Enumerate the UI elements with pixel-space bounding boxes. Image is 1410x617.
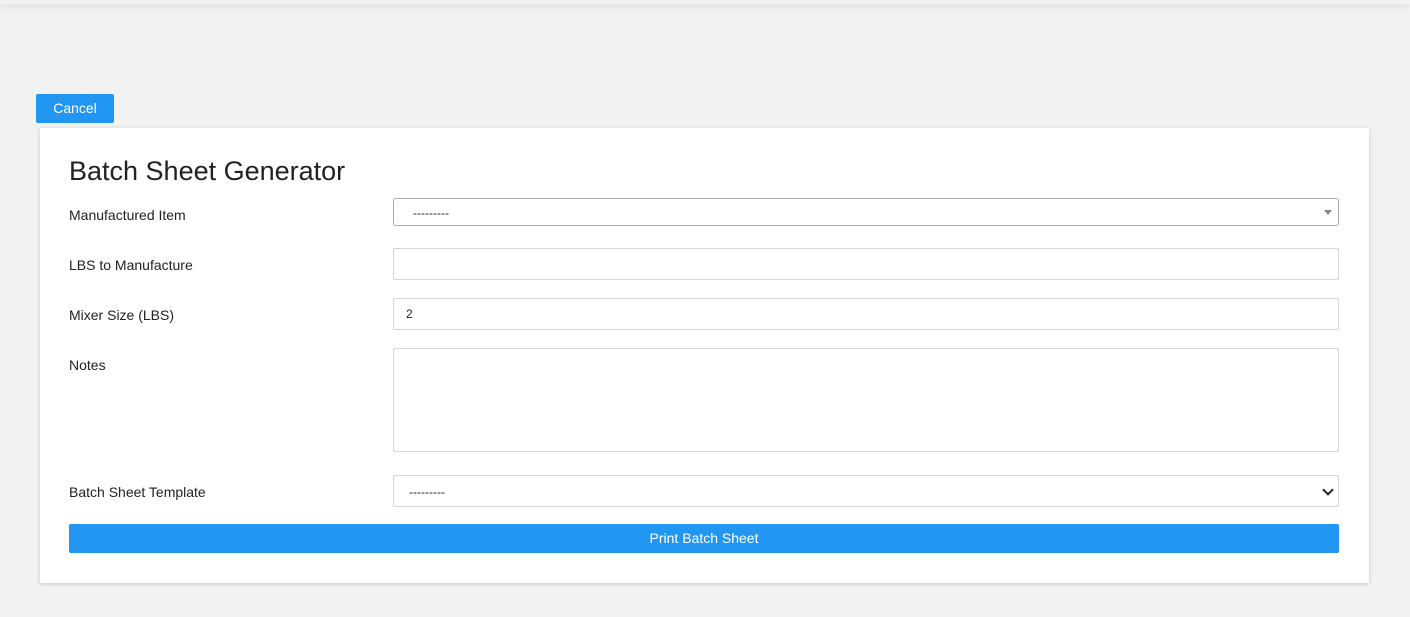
- lbs-to-manufacture-label: LBS to Manufacture: [69, 257, 193, 273]
- print-batch-sheet-button[interactable]: Print Batch Sheet: [69, 524, 1339, 553]
- manufactured-item-selected-value: ---------: [413, 206, 449, 220]
- mixer-size-input[interactable]: [393, 298, 1339, 330]
- manufactured-item-label: Manufactured Item: [69, 207, 186, 223]
- chevron-down-icon: [1322, 484, 1334, 496]
- batch-sheet-form-card: Batch Sheet Generator Manufactured Item …: [40, 128, 1369, 583]
- notes-label: Notes: [69, 357, 106, 373]
- dropdown-arrow-icon: [1324, 210, 1332, 215]
- cancel-button[interactable]: Cancel: [36, 94, 114, 123]
- batch-sheet-template-selected-value: ---------: [409, 485, 445, 499]
- top-bar: [0, 0, 1410, 4]
- manufactured-item-select[interactable]: ---------: [393, 198, 1339, 226]
- page-title: Batch Sheet Generator: [69, 156, 346, 186]
- batch-sheet-template-label: Batch Sheet Template: [69, 484, 206, 500]
- notes-textarea[interactable]: [393, 348, 1339, 452]
- lbs-to-manufacture-input[interactable]: [393, 248, 1339, 280]
- batch-sheet-template-select[interactable]: ---------: [393, 475, 1339, 507]
- mixer-size-label: Mixer Size (LBS): [69, 307, 175, 323]
